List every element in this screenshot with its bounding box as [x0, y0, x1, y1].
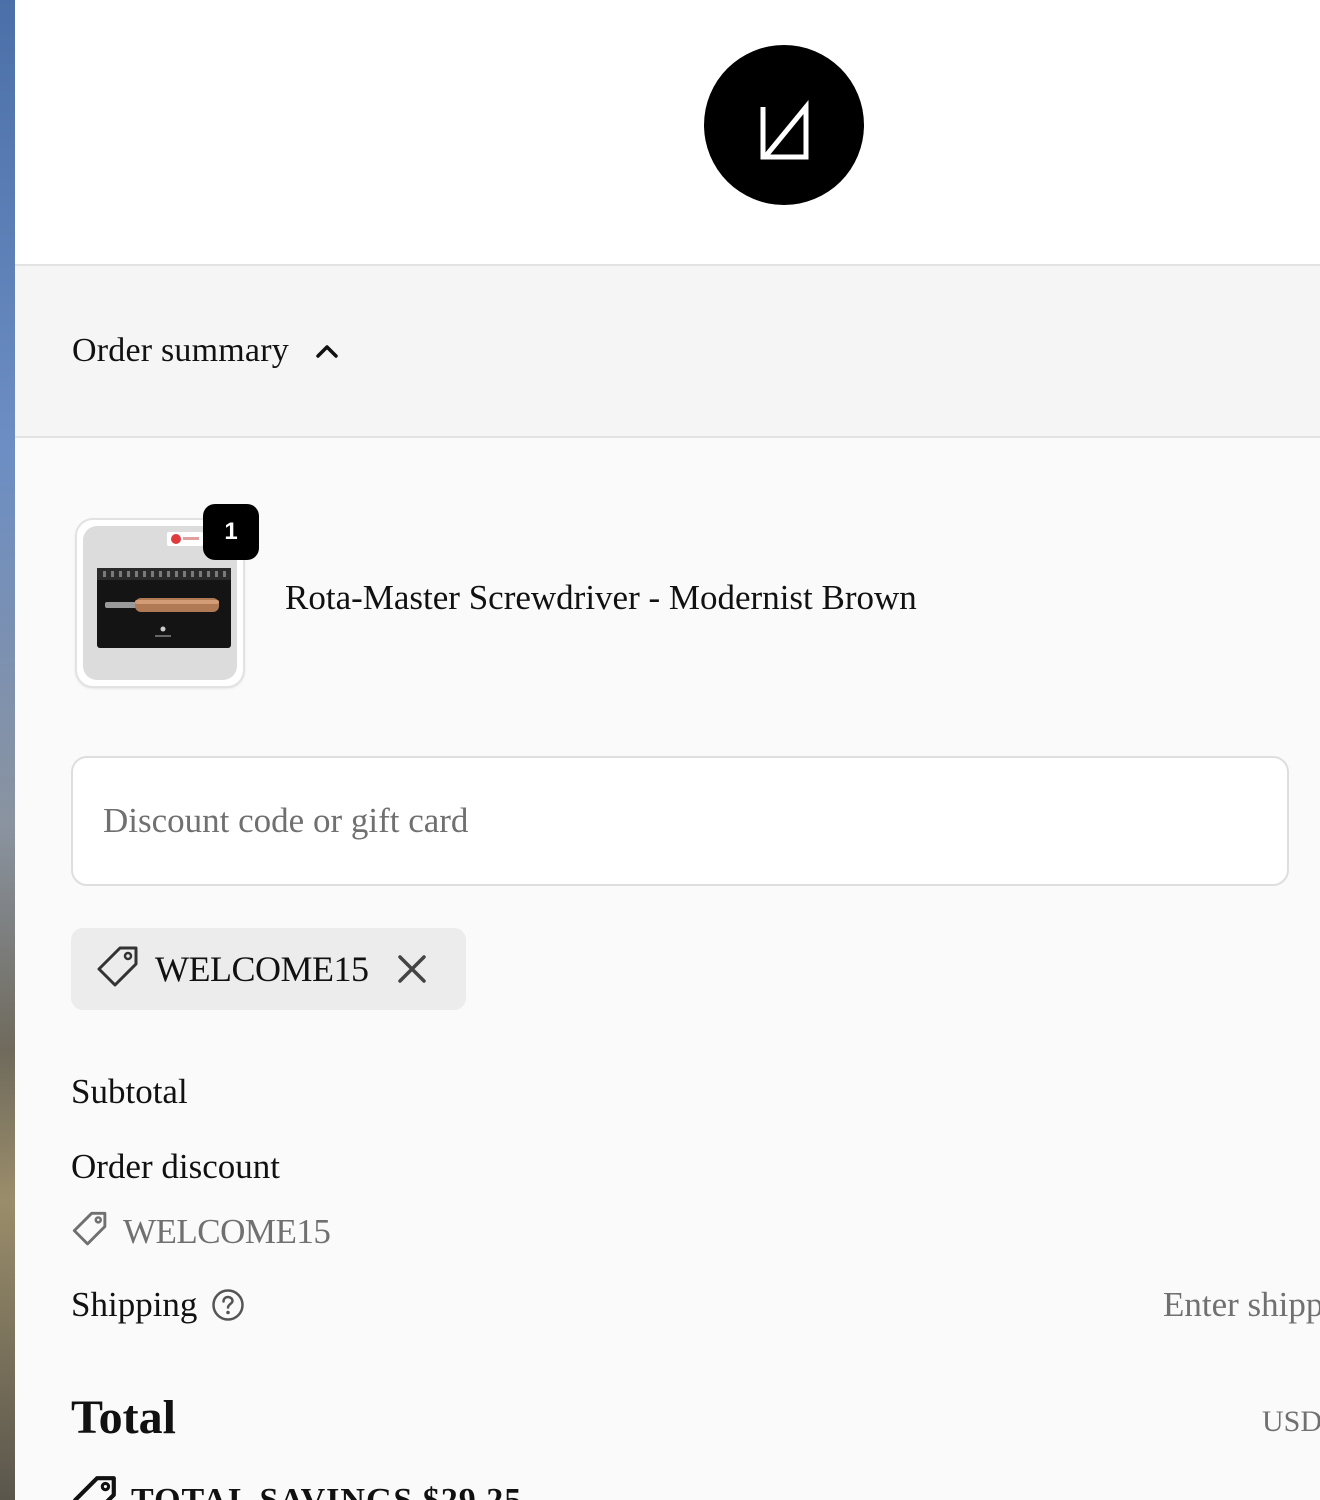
shipping-value: Enter shipp: [1163, 1285, 1320, 1324]
tag-icon: [71, 1474, 119, 1500]
total-savings-text: TOTAL SAVINGS $29.25: [131, 1481, 523, 1500]
total-label: Total: [71, 1391, 176, 1444]
order-discount-label: Order discount: [71, 1147, 280, 1186]
tag-icon: [71, 1210, 109, 1253]
close-icon[interactable]: [394, 951, 430, 987]
order-summary-bar: Order summary: [15, 266, 1320, 438]
order-summary-toggle[interactable]: Order summary: [72, 332, 341, 370]
applied-discount-code: WELCOME15: [155, 949, 369, 989]
background-edge: [0, 0, 15, 1500]
product-name: Rota-Master Screwdriver - Modernist Brow…: [285, 578, 917, 617]
quantity-badge: 1: [203, 504, 259, 560]
discount-code-input[interactable]: [71, 756, 1289, 886]
store-logo-icon[interactable]: [704, 45, 864, 205]
tag-icon: [95, 944, 141, 995]
order-discount-code: WELCOME15: [123, 1211, 331, 1251]
checkout-page: Order summary 1 Rota-Master Screwdriver …: [15, 0, 1320, 1500]
subtotal-label: Subtotal: [71, 1072, 188, 1111]
chevron-up-icon: [313, 337, 341, 365]
header: [15, 0, 1320, 266]
help-icon[interactable]: [211, 1288, 245, 1322]
total-savings: TOTAL SAVINGS $29.25: [71, 1474, 522, 1500]
shipping-row: Shipping: [71, 1285, 245, 1325]
order-summary-label: Order summary: [72, 332, 289, 369]
currency-code: USD: [1262, 1405, 1320, 1438]
order-discount-code-row: WELCOME15: [71, 1210, 331, 1253]
applied-discount-chip: WELCOME15: [71, 928, 466, 1010]
cart-item: 1: [75, 504, 259, 688]
shipping-label: Shipping: [71, 1285, 198, 1324]
